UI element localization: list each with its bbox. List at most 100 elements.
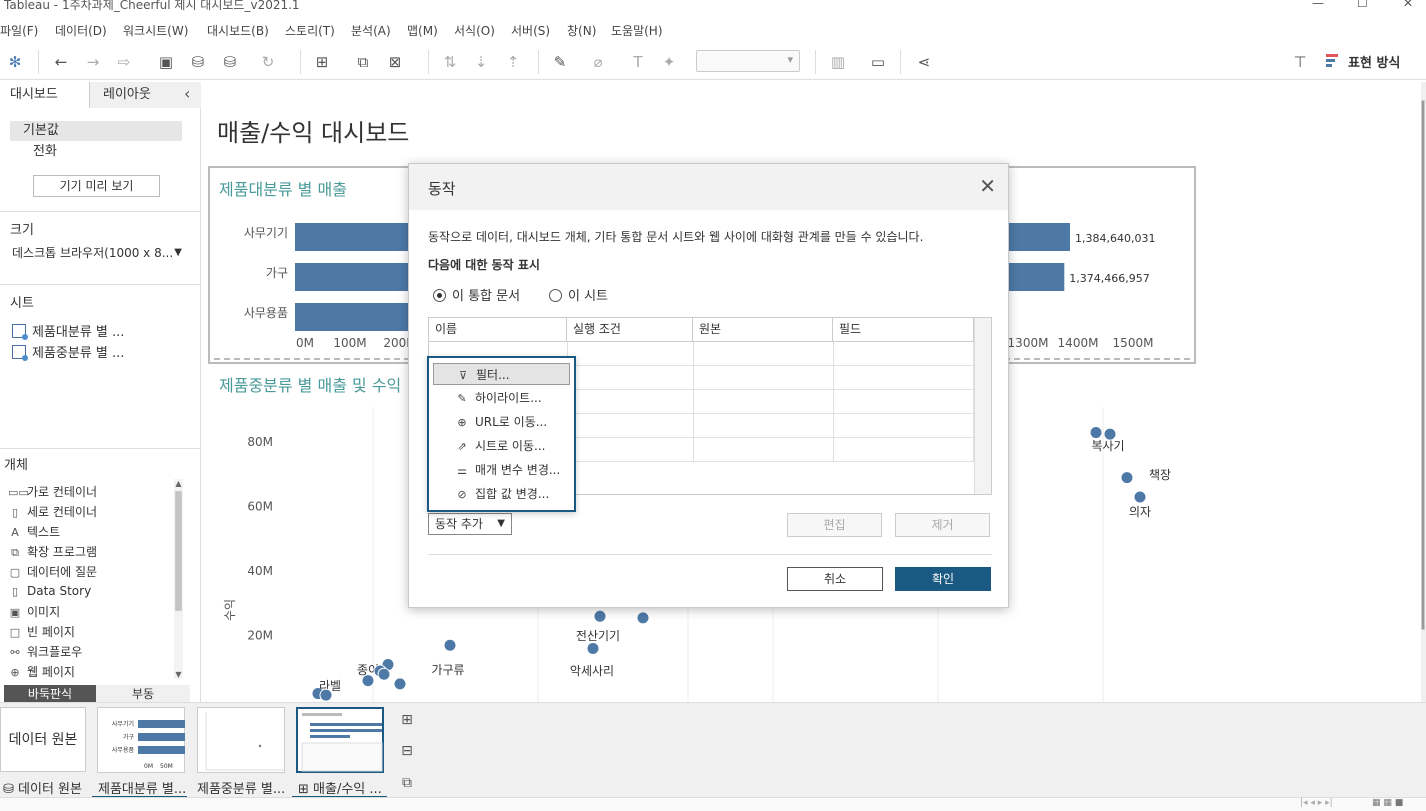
data-source-box[interactable]: 데이터 원본 (0, 707, 86, 772)
clear-sheet-icon[interactable]: ⊠ (385, 52, 405, 72)
sheet-navigation-icon[interactable]: |◂ ◂ ▸ ▸| (1300, 798, 1333, 808)
vertical-container-icon: ▯ (11, 506, 19, 519)
close-window-button[interactable]: ✕ (1403, 0, 1413, 10)
object-text[interactable]: A 텍스트 (8, 523, 60, 540)
menu-server[interactable]: 서버(S) (511, 22, 550, 39)
menu-analysis[interactable]: 분석(A) (351, 22, 391, 39)
remove-button[interactable]: 제거 (895, 513, 990, 537)
ok-button[interactable]: 확인 (895, 567, 991, 591)
sort-desc-icon[interactable]: ⇡ (503, 52, 523, 72)
refresh-icon[interactable]: ↻ (258, 52, 278, 72)
object-blank[interactable]: □ 빈 페이지 (8, 623, 75, 640)
duplicate-icon[interactable]: ⧉ (353, 52, 373, 72)
menu-map[interactable]: 맵(M) (407, 22, 438, 39)
tab-dashboard[interactable]: ⊞ 매출/수익 ... (298, 778, 382, 797)
scrollbar-thumb[interactable] (1421, 100, 1425, 630)
cancel-button[interactable]: 취소 (787, 567, 883, 591)
menu-window[interactable]: 창(N) (567, 22, 596, 39)
sheet-thumbnail[interactable] (197, 707, 285, 773)
sheet-thumbnail[interactable]: 사무기기 가구 사무용품 0M 50M (97, 707, 185, 773)
menu-item-go-to-sheet[interactable]: ⇗ 시트로 이동... (433, 435, 570, 457)
radio-this-sheet[interactable]: 이 시트 (549, 285, 608, 304)
menu-item-highlight[interactable]: ✎ 하이라이트... (433, 387, 570, 409)
new-data-source-icon[interactable]: ⛁ (188, 52, 208, 72)
maximize-button[interactable]: ☐ (1357, 0, 1368, 10)
column-header-fields[interactable]: 필드 (833, 318, 974, 342)
format-painter-icon[interactable]: ⊤ (1290, 52, 1310, 72)
new-worksheet-icon[interactable]: ⊞ (312, 52, 332, 72)
column-header-source[interactable]: 원본 (693, 318, 833, 342)
menu-item-filter[interactable]: ⊽ 필터... (433, 363, 570, 385)
object-vertical-container[interactable]: ▯ 세로 컨테이너 (8, 503, 97, 520)
menu-item-go-to-url[interactable]: ⊕ URL로 이동... (433, 411, 570, 433)
menu-format[interactable]: 서식(O) (454, 22, 495, 39)
x-tick-label: 100M (333, 336, 366, 350)
tab-sheet1[interactable]: 제품대분류 별... (98, 778, 186, 797)
sheet-item[interactable]: 제품대분류 별 ... (12, 321, 124, 340)
object-image[interactable]: ▣ 이미지 (8, 603, 60, 620)
group-icon[interactable]: ⌀ (588, 52, 608, 72)
tab-tiled[interactable]: 바둑판식 (4, 685, 96, 703)
device-phone[interactable]: 전화 (10, 142, 182, 162)
menu-help[interactable]: 도움말(H) (611, 22, 663, 39)
menu-dashboard[interactable]: 대시보드(B) (207, 22, 269, 39)
redo-icon[interactable]: → (83, 52, 103, 72)
object-extension[interactable]: ⧉ 확장 프로그램 (8, 543, 97, 560)
add-action-button[interactable]: 동작 추가 ▼ (428, 513, 512, 535)
scrollbar-thumb[interactable] (175, 491, 182, 611)
show-labels-icon[interactable]: T (628, 52, 648, 72)
scroll-up-icon[interactable]: ▲ (174, 479, 183, 488)
menu-data[interactable]: 데이터(D) (55, 22, 107, 39)
grid-view-icon[interactable]: ▦ ▦ ■ (1372, 798, 1403, 808)
presentation-icon[interactable]: ▭ (868, 52, 888, 72)
device-preview-button[interactable]: 기기 미리 보기 (33, 175, 160, 197)
size-select[interactable]: 데스크톱 브라우저(1000 x 8... ▼ (12, 243, 184, 263)
menu-story[interactable]: 스토리(T) (285, 22, 335, 39)
new-dashboard-icon[interactable]: ⊟ (398, 742, 416, 760)
sheet-thumbnail-active[interactable] (296, 707, 384, 773)
object-ask-data[interactable]: ▢ 데이터에 질문 (8, 563, 97, 580)
menu-item-change-set-values[interactable]: ⊘ 집합 값 변경... (433, 483, 570, 505)
swap-icon[interactable]: ⇅ (440, 52, 460, 72)
object-data-story[interactable]: ▯ Data Story (8, 584, 91, 598)
object-workflow[interactable]: ⚯ 워크플로우 (8, 643, 82, 660)
menu-file[interactable]: 파일(F) (0, 22, 38, 39)
object-web-page[interactable]: ⊕ 웹 페이지 (8, 663, 75, 680)
undo-icon[interactable]: ← (51, 52, 71, 72)
save-icon[interactable]: ▣ (156, 52, 176, 72)
column-header-name[interactable]: 이름 (429, 318, 567, 342)
column-header-run-on[interactable]: 실행 조건 (567, 318, 693, 342)
data-story-icon: ▯ (11, 585, 19, 598)
y-tick-label: 20M (247, 629, 273, 643)
tab-data-source[interactable]: ⛁ 데이터 원본 (3, 778, 82, 797)
share-icon[interactable]: ⋖ (914, 52, 934, 72)
scroll-down-icon[interactable]: ▼ (174, 670, 183, 679)
close-icon[interactable]: ✕ (979, 174, 996, 198)
object-horizontal-container[interactable]: ▭▭가로 컨테이너 (8, 483, 97, 500)
pause-updates-icon[interactable]: ⛁ (220, 52, 240, 72)
sheet-item[interactable]: 제품중분류 별 ... (12, 342, 124, 361)
tab-sheet2[interactable]: 제품중분류 별... (197, 778, 285, 797)
device-default[interactable]: 기본값 (10, 121, 182, 141)
fit-icon[interactable]: ▥ (828, 52, 848, 72)
tableau-logo-icon[interactable]: ✻ (5, 52, 25, 72)
new-story-icon[interactable]: ⧉ (398, 774, 416, 792)
minimize-button[interactable]: — (1312, 0, 1324, 10)
pin-icon[interactable]: ✦ (659, 52, 679, 72)
collapse-panel-icon[interactable]: ‹ (184, 84, 190, 103)
show-me-button[interactable]: 표현 방식 (1326, 52, 1400, 71)
replay-icon[interactable]: ⇨ (114, 52, 134, 72)
fit-combo[interactable] (696, 50, 800, 72)
sort-asc-icon[interactable]: ⇣ (471, 52, 491, 72)
menu-worksheet[interactable]: 워크시트(W) (123, 22, 188, 39)
tab-floating[interactable]: 부동 (96, 685, 190, 703)
table-scrollbar[interactable] (974, 318, 991, 494)
highlight-icon[interactable]: ✎ (550, 52, 570, 72)
objects-scrollbar[interactable]: ▲ ▼ (174, 479, 183, 679)
canvas-scrollbar[interactable] (1421, 82, 1426, 702)
new-worksheet-icon[interactable]: ⊞ (398, 711, 416, 729)
edit-button[interactable]: 편집 (787, 513, 882, 537)
menu-item-change-parameter[interactable]: ⚌ 매개 변수 변경... (433, 459, 570, 481)
tab-dashboard[interactable]: 대시보드 (0, 82, 90, 108)
radio-this-workbook[interactable]: 이 통합 문서 (433, 285, 520, 304)
